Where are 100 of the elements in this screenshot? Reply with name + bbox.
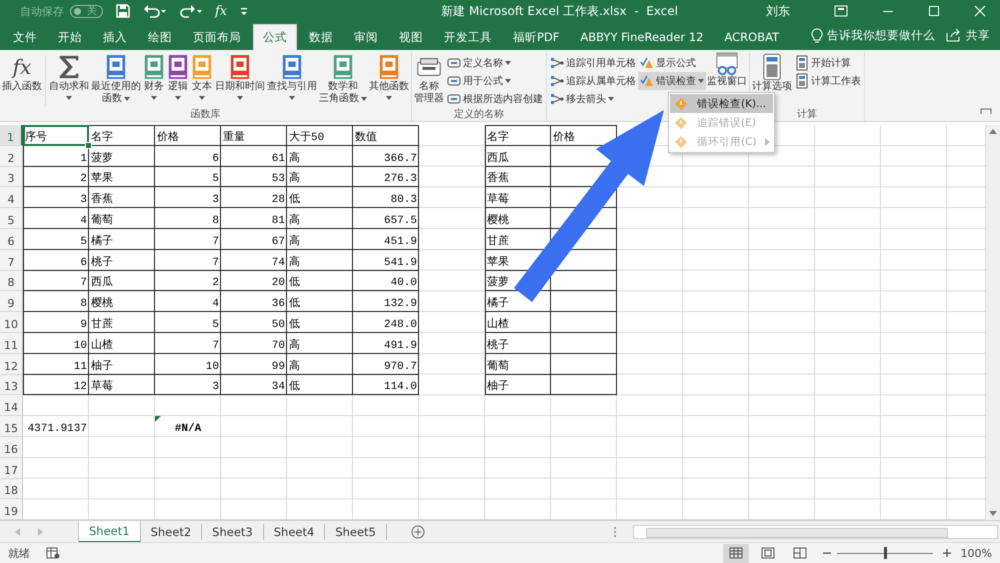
collapse-ribbon-icon[interactable] bbox=[980, 107, 992, 115]
name-tag-icon bbox=[447, 57, 461, 69]
sheet-tab[interactable]: Sheet3 bbox=[202, 524, 264, 540]
ribbon-tab[interactable]: 插入 bbox=[94, 24, 136, 50]
row-header[interactable]: 18 bbox=[0, 478, 23, 500]
ribbon-tab[interactable]: 公式 bbox=[253, 24, 297, 50]
ribbon-tab[interactable]: 开发工具 bbox=[435, 24, 501, 50]
ribbon-small-button[interactable]: 错误检查 bbox=[638, 72, 706, 90]
zoom-level[interactable]: 100% bbox=[960, 546, 992, 560]
row-header[interactable]: 13 bbox=[0, 374, 23, 396]
row-header[interactable]: 17 bbox=[0, 458, 23, 479]
function-category-button[interactable]: 其他函数 bbox=[368, 52, 410, 108]
ribbon-small-button[interactable]: 显示公式 bbox=[638, 54, 706, 72]
ribbon-tab[interactable]: 页面布局 bbox=[184, 24, 250, 50]
table-cell: 序号 bbox=[23, 125, 89, 146]
tell-me-search[interactable]: 告诉我你想要做什么 bbox=[827, 28, 936, 43]
function-category-button[interactable]: 逻辑 bbox=[166, 52, 190, 108]
ribbon-tab[interactable]: ACROBAT bbox=[715, 24, 788, 50]
macro-record-icon[interactable] bbox=[46, 547, 60, 559]
function-category-button[interactable]: 数学和 三角函数 bbox=[318, 52, 368, 108]
normal-view-button[interactable] bbox=[722, 544, 749, 562]
sheet-tab[interactable]: Sheet2 bbox=[140, 524, 202, 540]
table-cell: 1 bbox=[23, 146, 89, 167]
row-header[interactable]: 15 bbox=[0, 416, 23, 437]
row-header[interactable]: 2 bbox=[0, 146, 23, 167]
table-cell: 6 bbox=[23, 250, 89, 271]
caret-icon bbox=[66, 96, 72, 100]
table-cell: 苹果 bbox=[89, 166, 155, 188]
insert-function-button[interactable]: fx bbox=[215, 4, 228, 18]
ribbon-tab[interactable]: 视图 bbox=[390, 24, 432, 50]
row-header[interactable]: 11 bbox=[0, 332, 23, 354]
ribbon-tab[interactable]: 审阅 bbox=[345, 24, 387, 50]
ribbon-small-button[interactable]: 移去箭头 bbox=[548, 90, 638, 108]
sheet-tab[interactable]: Sheet4 bbox=[264, 524, 326, 540]
row-header[interactable]: 12 bbox=[0, 354, 23, 375]
function-category-button[interactable]: 日期和时间 bbox=[214, 52, 266, 108]
insert-function-button[interactable]: fx 插入函数 bbox=[1, 52, 43, 108]
scroll-down-icon[interactable] bbox=[989, 511, 997, 517]
ribbon-small-button[interactable]: 追踪引用单元格 bbox=[548, 54, 638, 72]
error-indicator-icon[interactable] bbox=[155, 416, 161, 422]
scroll-up-icon[interactable] bbox=[989, 128, 997, 134]
row-header[interactable]: 4 bbox=[0, 187, 23, 208]
ribbon-tab[interactable]: ABBYY FineReader 12 bbox=[571, 24, 712, 50]
row-header[interactable]: 6 bbox=[0, 228, 23, 250]
splitter-handle[interactable] bbox=[613, 526, 617, 538]
redo-icon[interactable] bbox=[179, 3, 203, 19]
row-header[interactable]: 19 bbox=[0, 499, 23, 520]
row-header[interactable]: 9 bbox=[0, 291, 23, 312]
calculator-icon bbox=[795, 73, 809, 89]
function-category-button[interactable]: 查找与引用 bbox=[266, 52, 318, 108]
table-cell: 6 bbox=[155, 146, 221, 167]
function-category-button[interactable]: 自动求和 bbox=[48, 52, 90, 108]
zoom-slider-thumb[interactable] bbox=[884, 547, 887, 559]
function-category-button[interactable]: 最近使用的 函数 bbox=[90, 52, 142, 108]
ribbon-small-button[interactable]: 追踪从属单元格 bbox=[548, 72, 638, 90]
table-cell: 36 bbox=[221, 291, 287, 312]
row-header[interactable]: 10 bbox=[0, 312, 23, 333]
ribbon-tab[interactable]: 福昕PDF bbox=[504, 24, 568, 50]
table-cell: 高 bbox=[287, 228, 353, 250]
vertical-scrollbar[interactable] bbox=[985, 125, 1000, 520]
table-cell: 34 bbox=[221, 374, 287, 396]
sheet-tab[interactable]: Sheet5 bbox=[325, 524, 387, 540]
add-sheet-icon[interactable] bbox=[410, 524, 425, 538]
sheet-tab[interactable]: Sheet1 bbox=[78, 520, 141, 542]
horizontal-scrollbar[interactable] bbox=[633, 524, 998, 538]
row-header[interactable]: 5 bbox=[0, 208, 23, 229]
close-icon[interactable] bbox=[974, 5, 986, 17]
row-header[interactable]: 8 bbox=[0, 270, 23, 292]
name-manager-button[interactable]: 名称 管理器 bbox=[413, 52, 445, 108]
table-cell: 桃子 bbox=[89, 250, 155, 271]
ribbon-small-button[interactable]: 开始计算 bbox=[793, 54, 863, 72]
save-icon[interactable] bbox=[115, 3, 131, 19]
table-cell: 7 bbox=[23, 270, 89, 292]
share-button[interactable]: 共享 bbox=[966, 28, 990, 43]
ribbon-tab[interactable]: 数据 bbox=[300, 24, 342, 50]
ribbon-small-button[interactable]: 计算工作表 bbox=[793, 72, 863, 90]
ribbon-small-button[interactable]: 根据所选内容创建 bbox=[445, 90, 545, 108]
maximize-icon[interactable] bbox=[928, 5, 940, 17]
row-header[interactable]: 7 bbox=[0, 250, 23, 271]
submenu-arrow-icon bbox=[765, 138, 770, 146]
ribbon-tab[interactable]: 绘图 bbox=[139, 24, 181, 50]
table-cell: 重量 bbox=[221, 125, 287, 146]
ribbon-display-icon[interactable] bbox=[834, 5, 848, 17]
row-header[interactable]: 1 bbox=[0, 125, 23, 146]
zoom-in-icon[interactable] bbox=[942, 549, 951, 557]
ribbon-small-button[interactable]: 用于公式 bbox=[445, 72, 545, 90]
row-header[interactable]: 16 bbox=[0, 436, 23, 458]
fill-handle[interactable] bbox=[85, 142, 92, 149]
row-header[interactable]: 3 bbox=[0, 166, 23, 188]
menu-item[interactable]: 错误检查(K)... bbox=[670, 94, 773, 113]
undo-icon[interactable] bbox=[143, 3, 167, 19]
table-cell: 451.9 bbox=[353, 228, 419, 250]
user-name[interactable]: 刘东 bbox=[766, 2, 790, 20]
table-cell: 高 bbox=[287, 332, 353, 354]
function-category-button[interactable]: 财务 bbox=[142, 52, 166, 108]
function-category-button[interactable]: 文本 bbox=[190, 52, 214, 108]
row-header[interactable]: 14 bbox=[0, 395, 23, 416]
ribbon-small-button[interactable]: 定义名称 bbox=[445, 54, 545, 72]
ribbon-tab[interactable]: 开始 bbox=[49, 24, 91, 50]
ribbon-tab[interactable]: 文件 bbox=[4, 24, 46, 50]
